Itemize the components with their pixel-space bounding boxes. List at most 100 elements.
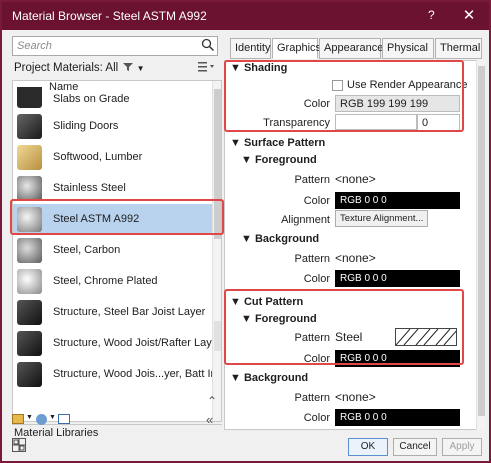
cancel-label: Cancel [399, 441, 431, 452]
surface-foreground-header[interactable]: ▼ Foreground [241, 154, 317, 166]
use-render-appearance-label: Use Render Appearance [347, 79, 468, 91]
alignment-label: Alignment [281, 214, 330, 226]
list-item[interactable]: Structure, Steel Bar Joist Layer [13, 297, 213, 328]
surface-foreground-pattern-label: Pattern [294, 174, 330, 186]
help-icon[interactable]: ? [428, 8, 435, 22]
project-materials-header: Project Materials: All ▼ [12, 60, 218, 78]
create-material-icon[interactable] [36, 414, 47, 425]
tab-appearance[interactable]: Appearance [319, 38, 384, 59]
transparency-input[interactable]: 0 [417, 114, 460, 131]
collapse-pane-icon[interactable]: « [206, 412, 213, 427]
library-toolbar: ▼ ▼ [12, 414, 202, 428]
open-library-dropdown-icon[interactable]: ▼ [26, 414, 33, 421]
tab-label: Thermal [440, 42, 481, 54]
list-scrollbar-thumb[interactable] [214, 89, 221, 239]
search-input[interactable]: Search [12, 36, 218, 56]
list-item[interactable]: Structure, Wood Joist/Rafter Layer [13, 328, 221, 359]
tab-thermal[interactable]: Thermal [435, 38, 482, 59]
panel-scrollbar-thumb[interactable] [478, 66, 485, 416]
cut-foreground-pattern-label: Pattern [294, 332, 330, 344]
cut-pattern-section-header[interactable]: ▼ Cut Pattern [230, 296, 303, 308]
close-icon[interactable]: ✕ [458, 6, 480, 24]
surface-background-header[interactable]: ▼ Background [241, 233, 319, 245]
color-value: RGB 0 0 0 [340, 195, 387, 206]
material-name: Structure, Wood Jois...yer, Batt Insulat… [53, 368, 221, 380]
surface-background-color-swatch[interactable]: RGB 0 0 0 [335, 270, 460, 287]
tab-label: Physical [387, 42, 428, 54]
cut-background-color-label: Color [303, 412, 330, 424]
tab-identity[interactable]: Identity [230, 38, 271, 59]
surface-foreground-color-swatch[interactable]: RGB 0 0 0 [335, 192, 460, 209]
panel-scrollbar[interactable] [476, 60, 485, 430]
cut-foreground-header[interactable]: ▼ Foreground [241, 313, 317, 325]
material-list: Name Slabs on Grade Sliding Doors Softwo… [12, 80, 222, 422]
graphics-panel: ▼ Shading Use Render Appearance Color RG… [224, 60, 478, 430]
shading-color-label: Color [303, 98, 330, 110]
steel-hatch-preview-icon [395, 328, 459, 346]
ok-button[interactable]: OK [348, 438, 388, 456]
filter-dropdown-icon[interactable]: ▼ [137, 64, 145, 73]
list-item[interactable]: Structure, Wood Jois...yer, Batt Insulat… [13, 359, 221, 390]
pattern-value: <none> [335, 172, 376, 186]
apply-button[interactable]: Apply [442, 438, 482, 456]
open-library-icon[interactable] [12, 414, 24, 424]
asset-browser-icon[interactable] [12, 438, 26, 452]
material-thumbnail [17, 269, 42, 294]
surface-foreground-pattern-field[interactable]: <none> [331, 169, 461, 189]
create-material-dropdown-icon[interactable]: ▼ [49, 414, 56, 421]
list-item[interactable]: Steel, Chrome Plated [13, 266, 213, 297]
material-editor-icon[interactable] [58, 414, 70, 424]
transparency-label: Transparency [263, 117, 330, 129]
texture-alignment-button[interactable]: Texture Alignment... [335, 210, 429, 227]
list-item[interactable]: Slabs on Grade [13, 87, 213, 111]
color-value: RGB 0 0 0 [340, 353, 387, 364]
transparency-slider[interactable] [335, 114, 417, 130]
list-item[interactable]: Steel, Carbon [13, 235, 213, 266]
surface-background-pattern-field[interactable]: <none> [331, 248, 461, 268]
surface-foreground-color-label: Color [303, 195, 330, 207]
list-item-selected[interactable]: Steel ASTM A992 [13, 204, 213, 235]
cancel-button[interactable]: Cancel [393, 438, 437, 456]
shading-color-swatch[interactable]: RGB 199 199 199 [335, 95, 460, 112]
material-thumbnail [17, 362, 42, 387]
list-item[interactable]: Sliding Doors [13, 111, 213, 142]
pattern-value: Steel [335, 330, 363, 344]
expand-libraries-icon[interactable]: ⌃ [207, 394, 217, 408]
material-browser-window: Material Browser - Steel ASTM A992 ? ✕ S… [0, 0, 491, 463]
material-thumbnail [17, 145, 42, 170]
tab-label: Appearance [324, 42, 384, 54]
material-thumbnail [17, 114, 42, 139]
color-value: RGB 0 0 0 [340, 412, 387, 423]
cut-background-pattern-label: Pattern [294, 392, 330, 404]
cut-background-pattern-field[interactable]: <none> [331, 387, 461, 407]
cut-foreground-pattern-field[interactable]: Steel [331, 327, 461, 347]
transparency-value: 0 [422, 117, 429, 129]
tab-graphics[interactable]: Graphics [272, 38, 322, 59]
texture-alignment-label: Texture Alignment... [340, 213, 424, 224]
material-name: Structure, Steel Bar Joist Layer [53, 306, 206, 318]
list-item[interactable]: Stainless Steel [13, 173, 213, 204]
list-item[interactable]: Softwood, Lumber [13, 142, 213, 173]
cut-background-color-swatch[interactable]: RGB 0 0 0 [335, 409, 460, 426]
use-render-appearance-checkbox[interactable] [332, 80, 343, 91]
shading-section-header[interactable]: ▼ Shading [230, 62, 287, 74]
left-pane: Search Project Materials: All ▼ Name Sla… [8, 36, 224, 439]
filter-icon[interactable] [123, 62, 134, 72]
material-libraries-label: Material Libraries [14, 427, 99, 439]
color-value: RGB 0 0 0 [340, 273, 387, 284]
surface-background-color-label: Color [303, 273, 330, 285]
tab-label: Identity [235, 42, 271, 54]
list-scrollbar-track [214, 321, 221, 351]
surface-pattern-section-header[interactable]: ▼ Surface Pattern [230, 137, 325, 149]
tab-physical[interactable]: Physical [382, 38, 434, 59]
cut-background-header[interactable]: ▼ Background [230, 372, 308, 384]
cut-foreground-color-swatch[interactable]: RGB 0 0 0 [335, 350, 460, 367]
view-options-icon[interactable] [198, 61, 216, 76]
material-name: Structure, Wood Joist/Rafter Layer [53, 337, 222, 349]
material-name: Steel, Carbon [53, 244, 121, 256]
search-icon[interactable] [201, 38, 215, 55]
cut-foreground-color-label: Color [303, 353, 330, 365]
window-title: Material Browser - Steel ASTM A992 [12, 9, 207, 23]
tab-label: Graphics [277, 42, 322, 54]
list-scrollbar[interactable] [212, 81, 221, 421]
